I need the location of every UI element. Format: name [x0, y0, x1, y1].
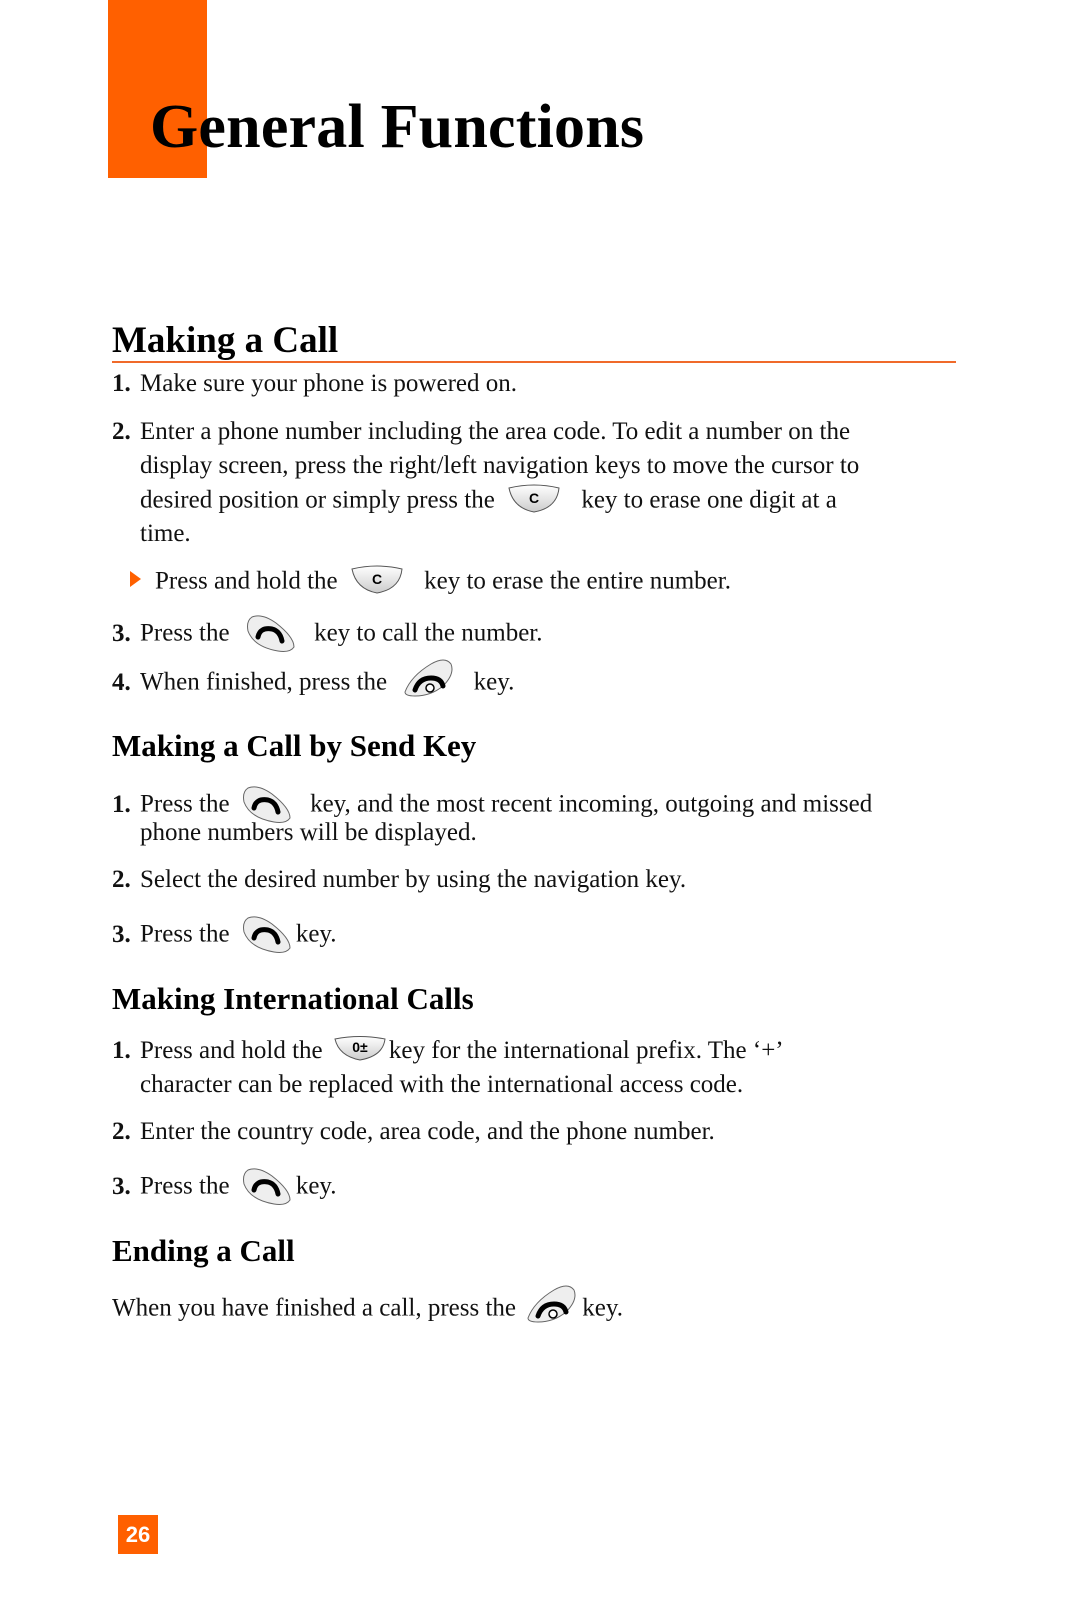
step-2: 2. Enter a phone number including the are…: [112, 419, 850, 444]
step-text: Enter the country code, area code, and t…: [140, 1118, 715, 1145]
step-1: 1. Press and hold the 0± key for the inter…: [112, 1036, 784, 1065]
step-number: 4.: [112, 668, 131, 696]
step-2: 2. Select the desired number by using the…: [112, 867, 686, 892]
step-2-cont: time.: [140, 520, 191, 547]
step-text: key to erase one digit at a: [581, 486, 837, 514]
step-number: 2.: [112, 866, 131, 893]
step-text: Make sure your phone is powered on.: [140, 370, 517, 397]
tip-text: key to erase the entire number.: [424, 567, 731, 595]
step-number: 2.: [112, 1118, 131, 1145]
section-title-making-a-call: Making a Call: [112, 320, 339, 361]
step-2-cont: desired position or simply press the C k…: [140, 484, 837, 517]
svg-text:C: C: [372, 571, 382, 587]
step-3: 3. Press the key.: [112, 1168, 337, 1208]
zero-plus-key-icon: 0±: [333, 1036, 387, 1062]
step-text: When finished, press the: [140, 668, 388, 696]
step-text: Press the: [140, 920, 230, 948]
send-key-icon: [240, 1166, 294, 1206]
step-text: Press the: [140, 619, 230, 647]
send-key-icon: [240, 914, 294, 954]
section-title-send-key: Making a Call by Send Key: [112, 728, 477, 763]
step-number: 3.: [112, 1172, 131, 1200]
step-1-cont: phone numbers will be displayed.: [140, 819, 477, 846]
step-2-cont: display screen, press the right/left nav…: [140, 452, 860, 479]
paragraph-text: key.: [582, 1294, 624, 1322]
step-text: key for the international prefix. The ‘+…: [388, 1037, 784, 1064]
step-text: key.: [295, 920, 337, 948]
step-text: key.: [295, 1172, 337, 1200]
send-key-icon: [244, 613, 298, 653]
step-number: 2.: [112, 418, 131, 445]
ending-paragraph: When you have finished a call, press the…: [112, 1285, 624, 1330]
arrow-bullet-icon: [130, 570, 141, 587]
step-text: key, and the most recent incoming, outgo…: [310, 790, 873, 818]
step-1: 1. Make sure your phone is powered on.: [112, 371, 517, 396]
step-3: 3. Press the key to call the number.: [112, 615, 542, 655]
end-key-icon: [401, 658, 457, 698]
section-title-ending-a-call: Ending a Call: [112, 1233, 295, 1268]
clear-key-icon: C: [350, 565, 404, 595]
tip-bullet: Press and hold the C key to erase the en…: [130, 565, 731, 598]
section-divider: [112, 361, 956, 363]
step-text: desired position or simply press the: [140, 486, 495, 514]
step-number: 1.: [112, 790, 131, 818]
step-number: 3.: [112, 920, 131, 948]
svg-text:C: C: [529, 490, 539, 506]
step-text: Press the: [140, 790, 230, 818]
step-number: 1.: [112, 370, 131, 397]
step-text: key to call the number.: [314, 619, 543, 647]
step-2: 2. Enter the country code, area code, and…: [112, 1119, 715, 1144]
step-1-cont: character can be replaced with the inter…: [140, 1071, 744, 1098]
paragraph-text: When you have finished a call, press the: [112, 1294, 517, 1322]
end-key-icon: [524, 1284, 580, 1324]
tip-text: Press and hold the: [155, 567, 338, 595]
step-number: 1.: [112, 1037, 131, 1064]
step-text: Select the desired number by using the n…: [140, 866, 687, 893]
page-number: 26: [118, 1515, 158, 1554]
step-number: 3.: [112, 619, 131, 647]
step-text: key.: [473, 668, 515, 696]
step-3: 3. Press the key.: [112, 916, 337, 956]
chapter-title: General Functions: [150, 93, 645, 161]
clear-key-icon: C: [507, 484, 561, 514]
step-text: Press and hold the: [140, 1037, 323, 1064]
step-text: Enter a phone number including the area …: [140, 418, 851, 445]
svg-text:0±: 0±: [352, 1039, 368, 1055]
send-key-icon: [240, 784, 294, 824]
step-4: 4. When finished, press the key.: [112, 659, 515, 704]
step-text: Press the: [140, 1172, 230, 1200]
section-title-international: Making International Calls: [112, 981, 474, 1016]
